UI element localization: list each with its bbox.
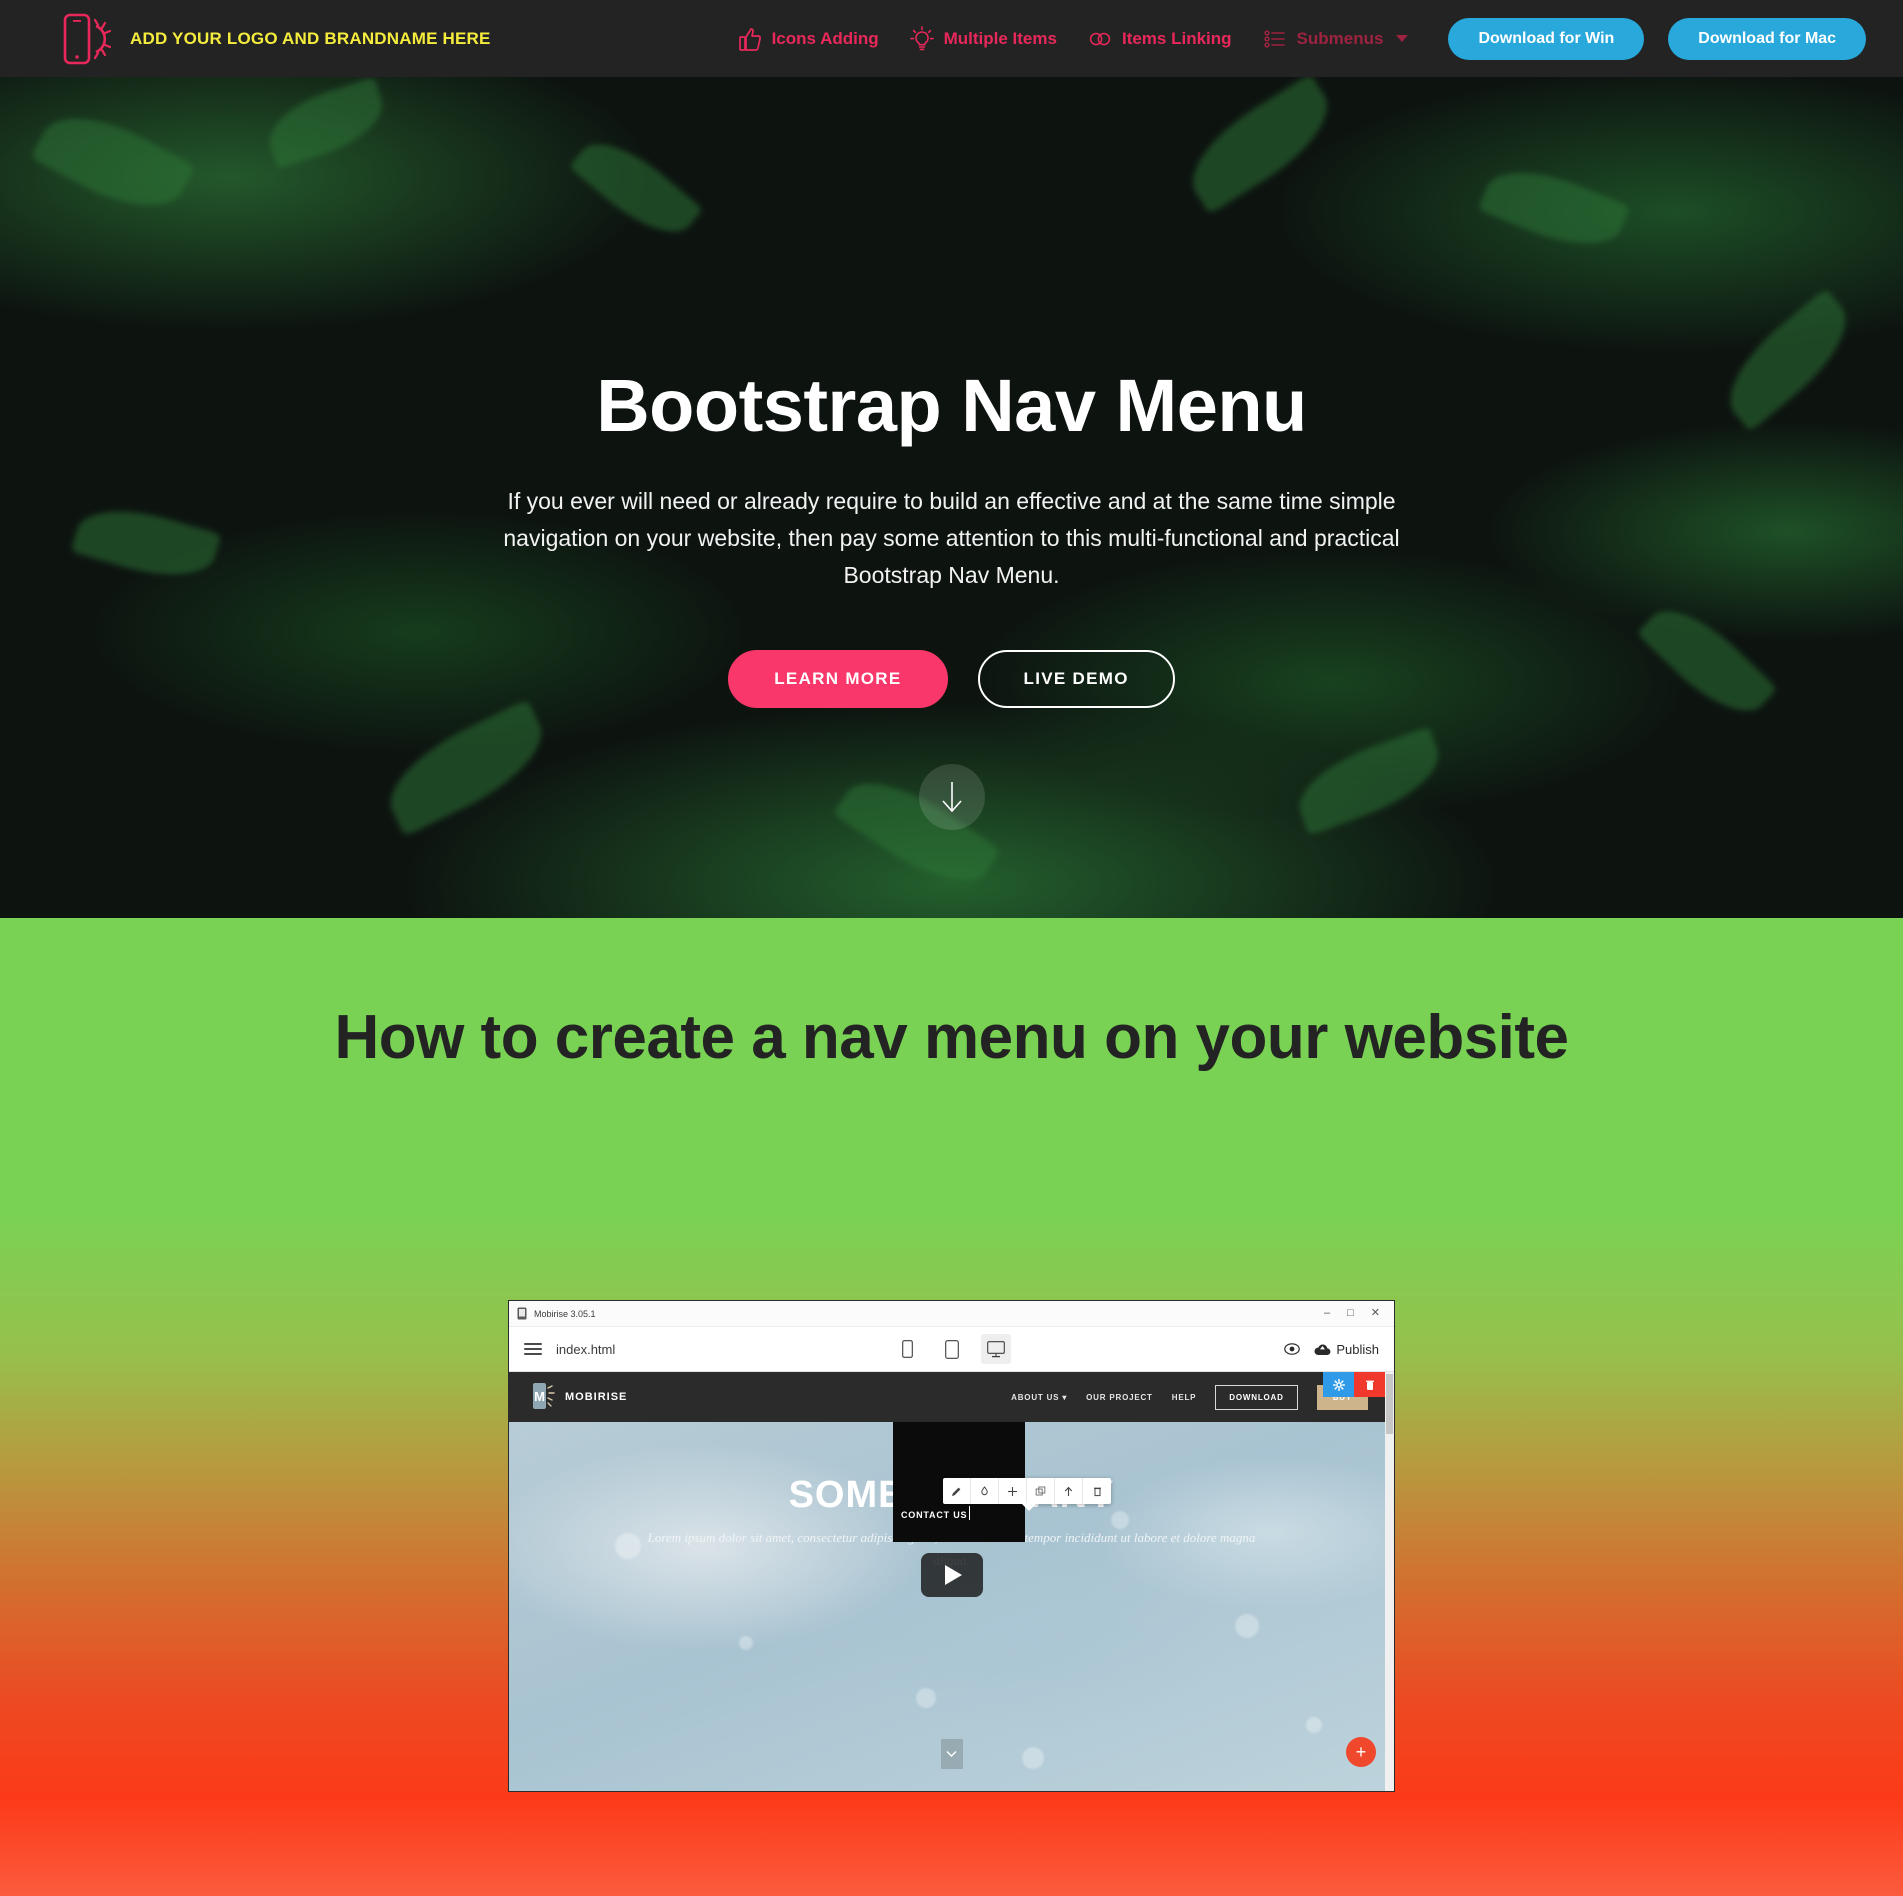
nav-link-label: Icons Adding [771, 28, 879, 48]
eye-preview-icon[interactable] [1284, 1343, 1301, 1355]
desktop-view-button[interactable] [980, 1334, 1011, 1364]
desktop-icon [986, 1340, 1005, 1357]
preview-menu-help[interactable]: HELP [1172, 1393, 1197, 1402]
leaf-decor [373, 699, 558, 837]
phone-sun-logo-icon [63, 13, 112, 64]
mobirise-app-icon [517, 1307, 527, 1320]
live-demo-button[interactable]: LIVE DEMO [977, 650, 1175, 709]
titlebar-left: Mobirise 3.05.1 [517, 1307, 596, 1320]
window-title: Mobirise 3.05.1 [534, 1308, 596, 1319]
nav-link-items-linking[interactable]: Items Linking [1087, 26, 1232, 52]
preview-menu-label: ABOUT US [1011, 1392, 1060, 1402]
preview-download-button[interactable]: DOWNLOAD [1215, 1384, 1298, 1410]
brand-name: ADD YOUR LOGO AND BRANDNAME HERE [130, 28, 491, 48]
file-name-label: index.html [556, 1341, 616, 1357]
nav-link-submenus[interactable]: Submenus [1262, 26, 1409, 52]
hero-content: Bootstrap Nav Menu If you ever will need… [0, 77, 1903, 709]
water-drop-decor [1234, 1613, 1259, 1638]
hero-cta-group: LEARN MORE LIVE DEMO [0, 650, 1903, 709]
hero-subtitle: If you ever will need or already require… [503, 487, 1400, 589]
nav-link-label: Multiple Items [943, 28, 1057, 48]
move-up-icon[interactable] [1055, 1478, 1083, 1504]
nav-link-label: Items Linking [1121, 28, 1232, 48]
preview-hero: CONTACT US SOME Lorem ipsum dolor sit am… [509, 1422, 1394, 1791]
arrow-down-icon [941, 782, 962, 813]
preview-brand-name: MOBIRISE [565, 1391, 628, 1403]
preview-brand[interactable]: M MOBIRISE [531, 1382, 627, 1412]
maximize-button[interactable]: □ [1347, 1308, 1354, 1319]
inline-edit-toolbar [943, 1478, 1111, 1511]
mobirise-app-window: Mobirise 3.05.1 – □ ✕ index.html Publish… [508, 1300, 1395, 1792]
preview-scrollbar[interactable] [1385, 1372, 1394, 1791]
learn-more-button[interactable]: LEARN MORE [728, 650, 948, 709]
download-win-button[interactable]: Download for Win [1448, 17, 1645, 60]
water-drop-decor [739, 1636, 754, 1651]
lightbulb-icon [909, 25, 934, 50]
publish-button[interactable]: Publish [1314, 1342, 1379, 1357]
block-edit-controls [1323, 1372, 1385, 1397]
tablet-icon [944, 1339, 959, 1359]
brand[interactable]: ADD YOUR LOGO AND BRANDNAME HERE [62, 12, 491, 66]
hero-section: Bootstrap Nav Menu If you ever will need… [0, 77, 1903, 918]
nav-link-label: Submenus [1296, 28, 1384, 48]
water-drop-decor [1305, 1717, 1322, 1734]
device-switcher [893, 1334, 1011, 1364]
chevron-down-icon: ▾ [1062, 1392, 1068, 1402]
cloud-upload-icon [1314, 1343, 1331, 1355]
publish-label: Publish [1336, 1341, 1379, 1357]
chain-links-icon [1089, 32, 1111, 45]
chevron-down-icon [946, 1751, 957, 1757]
hero-title: Bootstrap Nav Menu [596, 364, 1307, 447]
chevron-down-icon [1396, 35, 1409, 42]
move-icon[interactable] [999, 1478, 1027, 1504]
hamburger-menu-icon[interactable] [524, 1343, 542, 1355]
contact-us-label: CONTACT US [901, 1510, 968, 1520]
minimize-button[interactable]: – [1324, 1308, 1330, 1319]
block-settings-button[interactable] [1323, 1372, 1354, 1397]
nav-links: Icons Adding Multiple Items Items Linkin… [737, 25, 1409, 52]
preview-menu-about-us[interactable]: ABOUT US ▾ [1011, 1393, 1067, 1402]
top-navbar: ADD YOUR LOGO AND BRANDNAME HERE Icons A… [0, 0, 1903, 77]
window-titlebar: Mobirise 3.05.1 – □ ✕ [509, 1301, 1394, 1327]
mobile-view-button[interactable] [893, 1334, 923, 1364]
text-cursor [969, 1506, 970, 1520]
download-mac-button[interactable]: Download for Mac [1668, 17, 1867, 60]
water-drop-decor [916, 1687, 937, 1708]
leaf-decor [1287, 726, 1451, 836]
section-title: How to create a nav menu on your website [334, 1003, 1569, 1072]
trash-icon [1365, 1380, 1374, 1390]
video-play-button[interactable] [920, 1553, 983, 1597]
paint-bucket-icon[interactable] [971, 1478, 999, 1504]
tablet-view-button[interactable] [937, 1334, 967, 1364]
preview-navbar: M MOBIRISE ABOUT US ▾ OUR PROJECT HELP D… [509, 1372, 1394, 1422]
preview-scroll-down-button[interactable] [940, 1739, 963, 1769]
duplicate-icon[interactable] [1027, 1478, 1055, 1504]
mobirise-m-logo-icon: M [533, 1383, 555, 1409]
nav-link-multiple-items[interactable]: Multiple Items [909, 25, 1057, 52]
gear-icon [1332, 1378, 1345, 1391]
thumbs-up-icon [738, 27, 761, 51]
bullet-list-icon [1263, 29, 1285, 48]
app-toolbar: index.html Publish [509, 1327, 1394, 1372]
close-button[interactable]: ✕ [1371, 1308, 1380, 1319]
preview-menu: ABOUT US ▾ OUR PROJECT HELP DOWNLOAD BUY [1011, 1384, 1372, 1410]
scroll-down-button[interactable] [918, 764, 985, 830]
mobile-icon [902, 1340, 913, 1358]
water-drop-decor [1022, 1746, 1045, 1769]
add-block-button[interactable]: + [1346, 1737, 1376, 1767]
block-delete-button[interactable] [1354, 1372, 1385, 1397]
nav-link-icons-adding[interactable]: Icons Adding [737, 26, 879, 52]
window-controls: – □ ✕ [1324, 1308, 1386, 1319]
toolbar-right: Publish [1284, 1342, 1379, 1357]
nav-download-buttons: Download for Win Download for Mac [1448, 17, 1867, 60]
delete-icon[interactable] [1083, 1478, 1111, 1504]
preview-menu-our-project[interactable]: OUR PROJECT [1086, 1393, 1153, 1402]
play-button-icon [945, 1565, 962, 1585]
svg-text:M: M [534, 1389, 545, 1404]
pencil-icon[interactable] [943, 1478, 971, 1504]
